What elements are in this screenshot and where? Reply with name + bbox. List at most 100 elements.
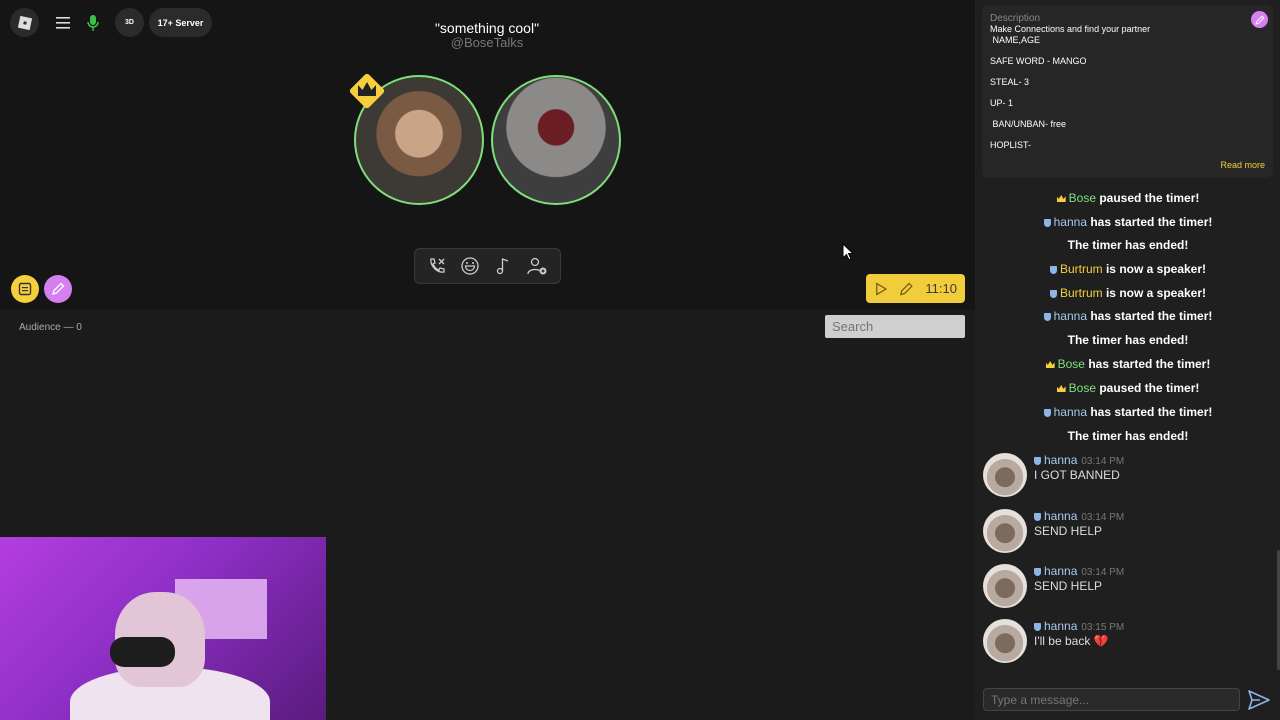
message-user[interactable]: hanna (1044, 509, 1077, 523)
menu-button[interactable] (48, 8, 77, 37)
event-row: hanna has started the timer! (983, 309, 1273, 323)
event-row: Bose paused the timer! (983, 191, 1273, 205)
event-row: The timer has ended! (983, 429, 1273, 443)
message-text: I GOT BANNED (1034, 468, 1120, 482)
room-description-card: Description Make Connections and find yo… (982, 5, 1273, 178)
microphone-icon (86, 14, 99, 31)
description-line: HOPLIST- (990, 140, 1032, 150)
event-user[interactable]: hanna (1054, 309, 1087, 323)
message-header: hanna 03:14 PM (1034, 453, 1124, 467)
roblox-logo-icon (17, 15, 32, 30)
event-row: Bose paused the timer! (983, 381, 1273, 395)
edit-button[interactable] (44, 275, 72, 303)
webcam-microphone (110, 637, 175, 667)
room-title: "something cool" (434, 20, 540, 36)
shield-icon (1049, 266, 1057, 274)
event-user[interactable]: Burtrum (1060, 286, 1103, 300)
timer-controls: 11:10 (866, 274, 965, 303)
avatar[interactable] (983, 453, 1027, 497)
shield-icon (1034, 513, 1041, 521)
chat-message: hanna 03:15 PM I'll be back 💔 (983, 619, 1273, 669)
message-header: hanna 03:14 PM (1034, 509, 1124, 523)
event-row: The timer has ended! (983, 238, 1273, 252)
webcam-overlay (0, 537, 326, 720)
message-text: I'll be back 💔 (1034, 634, 1109, 648)
event-user[interactable]: hanna (1054, 405, 1087, 419)
shield-icon (1034, 568, 1041, 576)
event-text: paused the timer! (1096, 381, 1200, 395)
event-text: The timer has ended! (1067, 333, 1189, 347)
event-row: The timer has ended! (983, 333, 1273, 347)
event-text: has started the timer! (1087, 215, 1213, 229)
roblox-menu-button[interactable] (10, 8, 39, 37)
event-row: Burtrum is now a speaker! (983, 262, 1273, 276)
read-more-link[interactable]: Read more (1220, 160, 1265, 170)
pencil-icon (1254, 14, 1265, 25)
speaker-avatar[interactable] (491, 75, 621, 205)
avatar[interactable] (983, 564, 1027, 608)
speaker-action-bar (414, 248, 561, 284)
event-text: is now a speaker! (1102, 262, 1207, 276)
add-user-icon[interactable] (526, 256, 548, 276)
avatar[interactable] (983, 509, 1027, 553)
crown-icon (1056, 385, 1066, 392)
event-row: hanna has started the timer! (983, 215, 1273, 229)
chat-message: hanna 03:14 PM I GOT BANNED (983, 453, 1273, 503)
event-text: is now a speaker! (1102, 286, 1207, 300)
microphone-button[interactable] (78, 8, 107, 37)
avatar[interactable] (983, 619, 1027, 663)
event-user[interactable]: hanna (1054, 215, 1087, 229)
chat-message: hanna 03:14 PM SEND HELP (983, 509, 1273, 559)
description-line: NAME,AGE (990, 35, 1041, 45)
3d-toggle-button[interactable]: 3D (115, 8, 144, 37)
chat-message: hanna 03:14 PM SEND HELP (983, 564, 1273, 614)
hamburger-menu-icon (55, 16, 70, 29)
event-text: has started the timer! (1087, 405, 1213, 419)
description-line: Make Connections and find your partner (990, 24, 1151, 34)
shield-icon (1043, 313, 1051, 321)
event-user[interactable]: Bose (1058, 357, 1085, 371)
message-time: 03:14 PM (1081, 512, 1125, 523)
message-time: 03:14 PM (1081, 456, 1125, 467)
notes-button[interactable] (11, 275, 39, 303)
crown-icon (1056, 195, 1066, 202)
message-header: hanna 03:14 PM (1034, 564, 1124, 578)
shield-icon (1043, 409, 1051, 417)
notes-icon (18, 282, 32, 296)
play-icon[interactable] (874, 281, 889, 297)
server-badge[interactable]: 17+ Server (149, 8, 212, 37)
message-text: SEND HELP (1034, 524, 1103, 538)
event-text: has started the timer! (1087, 309, 1213, 323)
pencil-icon[interactable] (899, 281, 914, 297)
message-input[interactable] (983, 688, 1240, 711)
broken-heart-icon: 💔 (1093, 634, 1109, 648)
music-note-icon[interactable] (493, 256, 513, 276)
mouse-cursor-icon (842, 243, 854, 261)
message-user[interactable]: hanna (1044, 564, 1077, 578)
event-row: Bose has started the timer! (983, 357, 1273, 371)
event-text: paused the timer! (1096, 191, 1200, 205)
shield-icon (1043, 219, 1051, 227)
message-user[interactable]: hanna (1044, 619, 1077, 633)
message-text-content: I'll be back (1034, 634, 1094, 648)
event-text: The timer has ended! (1067, 238, 1189, 252)
emoji-icon[interactable] (460, 256, 480, 276)
shield-icon (1049, 290, 1057, 298)
room-host: @BoseTalks (450, 35, 524, 50)
call-end-icon[interactable] (427, 256, 447, 276)
message-user[interactable]: hanna (1044, 453, 1077, 467)
event-user[interactable]: Bose (1069, 381, 1096, 395)
timer-value: 11:10 (925, 281, 957, 296)
search-input[interactable] (825, 315, 965, 338)
message-time: 03:15 PM (1081, 622, 1125, 633)
event-user[interactable]: Bose (1069, 191, 1096, 205)
event-row: hanna has started the timer! (983, 405, 1273, 419)
event-text: The timer has ended! (1067, 429, 1189, 443)
event-text: has started the timer! (1084, 357, 1211, 371)
send-icon[interactable] (1247, 688, 1271, 712)
event-user[interactable]: Burtrum (1060, 262, 1103, 276)
edit-description-button[interactable] (1251, 11, 1268, 28)
description-line: BAN/UNBAN- free (990, 119, 1067, 129)
description-line: UP- 1 (990, 98, 1014, 108)
description-label: Description (990, 13, 1041, 24)
